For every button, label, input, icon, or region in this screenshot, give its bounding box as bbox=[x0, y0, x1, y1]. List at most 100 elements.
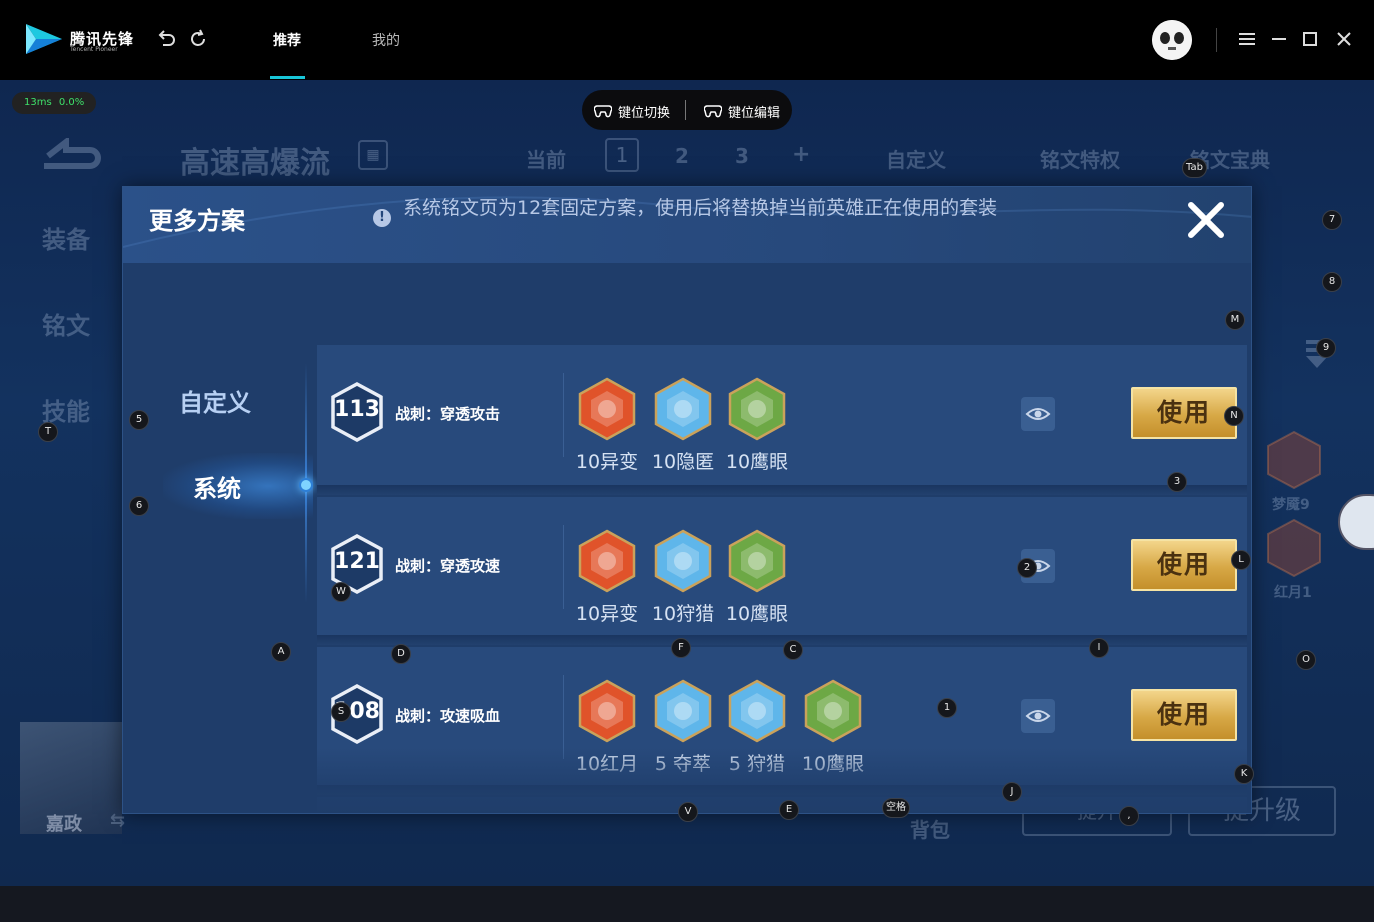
bg-grid-button: ▦ bbox=[358, 140, 388, 170]
modal-sidebar: 自定义 系统 bbox=[123, 263, 313, 813]
key-hint-marker: C bbox=[783, 640, 803, 660]
bg-page-1: 1 bbox=[605, 138, 639, 172]
red-rune-icon bbox=[578, 679, 636, 743]
scheme-name: 战刺：攻速吸血 bbox=[395, 707, 501, 725]
key-hint-marker: Tab bbox=[1182, 158, 1207, 178]
bg-current-label: 当前 bbox=[526, 148, 566, 172]
key-hint-marker: M bbox=[1225, 310, 1245, 330]
right-rune-1-icon bbox=[1267, 430, 1321, 490]
notice-text: 系统铭文页为12套固定方案，使用后将替换掉当前英雄正在使用的套装 bbox=[403, 197, 998, 219]
close-window-icon[interactable] bbox=[1333, 28, 1355, 50]
key-hint-marker: S bbox=[331, 702, 351, 722]
key-hint-marker: T bbox=[38, 422, 58, 442]
preview-button[interactable] bbox=[1021, 699, 1055, 733]
menu-icon[interactable] bbox=[1236, 28, 1258, 50]
gamepad-edit-icon bbox=[704, 105, 722, 118]
red-rune-icon bbox=[578, 529, 636, 593]
key-hint-marker: 6 bbox=[129, 496, 149, 516]
key-edit-button[interactable]: 键位编辑 bbox=[728, 102, 780, 121]
green-rune-icon bbox=[804, 679, 862, 743]
topbar-divider bbox=[1216, 28, 1217, 52]
close-icon[interactable] bbox=[1183, 197, 1229, 243]
bg-backpack: 背包 bbox=[910, 818, 950, 842]
active-dot bbox=[299, 478, 313, 492]
key-hint-marker: 2 bbox=[1017, 558, 1037, 578]
sidebar-item-system[interactable]: 系统 bbox=[193, 469, 241, 504]
key-hint-marker: 9 bbox=[1316, 338, 1336, 358]
avatar-face-icon bbox=[1152, 20, 1192, 60]
key-hint-marker: 8 bbox=[1322, 272, 1342, 292]
bg-page-title: 高速高爆流 bbox=[180, 146, 330, 181]
red-rune-icon bbox=[578, 377, 636, 441]
latency-text: 13ms bbox=[24, 97, 52, 108]
rune-label: 10鹰眼 bbox=[725, 603, 789, 625]
tab-recommend[interactable]: 推荐 bbox=[273, 30, 301, 50]
blue-rune-icon bbox=[728, 679, 786, 743]
scheme-list: 113 战刺：穿透攻击 10异变 10隐匿 10鹰眼 使用 121 战刺：穿透攻速 … bbox=[317, 345, 1247, 813]
scheme-row: 113 战刺：穿透攻击 10异变 10隐匿 10鹰眼 使用 bbox=[317, 345, 1247, 485]
minimize-icon[interactable] bbox=[1268, 28, 1290, 50]
undo-icon[interactable] bbox=[155, 28, 177, 50]
keybar-separator bbox=[685, 100, 686, 120]
tab-mine[interactable]: 我的 bbox=[372, 30, 400, 50]
bg-page-3: 3 bbox=[735, 144, 749, 168]
key-hint-marker: J bbox=[1002, 782, 1022, 802]
bg-rune-privilege: 铭文特权 bbox=[1040, 148, 1120, 172]
bg-custom-label: 自定义 bbox=[886, 148, 946, 172]
launcher-topbar: 腾讯先锋 Tencent Pioneer 推荐 我的 bbox=[0, 0, 1374, 80]
eye-icon bbox=[1025, 710, 1051, 722]
scheme-name: 战刺：穿透攻速 bbox=[395, 557, 501, 575]
use-scheme-button[interactable]: 使用 bbox=[1131, 539, 1237, 591]
eye-icon bbox=[1025, 408, 1051, 420]
bg-hero-name: 嘉政 bbox=[46, 814, 82, 835]
key-hint-marker: L bbox=[1231, 550, 1251, 570]
key-hint-marker: K bbox=[1234, 764, 1254, 784]
bg-add-page: + bbox=[792, 142, 811, 167]
key-hint-marker: E bbox=[779, 800, 799, 820]
key-hint-marker: A bbox=[271, 642, 291, 662]
right-rune-2-icon bbox=[1267, 518, 1321, 578]
preview-button[interactable] bbox=[1021, 397, 1055, 431]
use-scheme-button[interactable]: 使用 bbox=[1131, 387, 1237, 439]
rune-level: 113 bbox=[334, 397, 380, 422]
key-hint-marker: 5 bbox=[129, 410, 149, 430]
back-arrow-icon bbox=[44, 138, 101, 169]
refresh-icon[interactable] bbox=[187, 28, 209, 50]
key-hint-marker: 空格 bbox=[882, 798, 910, 818]
active-tab-indicator bbox=[270, 76, 305, 79]
row-divider bbox=[563, 373, 564, 457]
side-handle[interactable] bbox=[1338, 494, 1374, 550]
key-hint-marker: 7 bbox=[1322, 210, 1342, 230]
use-scheme-button[interactable]: 使用 bbox=[1131, 689, 1237, 741]
info-icon: ! bbox=[373, 209, 391, 227]
row-separator bbox=[317, 485, 1247, 495]
sidebar-item-custom[interactable]: 自定义 bbox=[179, 383, 251, 418]
gamepad-icon bbox=[594, 105, 612, 118]
blue-rune-icon bbox=[654, 377, 712, 441]
bg-tab-rune: 铭文 bbox=[42, 312, 90, 340]
game-viewport: 13ms 0.0% 高速高爆流 ▦ 当前 1 2 3 + 自定义 铭文特权 铭文… bbox=[0, 80, 1374, 886]
key-hint-marker: N bbox=[1224, 406, 1244, 426]
maximize-icon[interactable] bbox=[1299, 28, 1321, 50]
key-hint-marker: I bbox=[1089, 638, 1109, 658]
rune-label: 10鹰眼 bbox=[725, 451, 789, 473]
green-rune-icon bbox=[728, 377, 786, 441]
modal-header: 更多方案 ! 系统铭文页为12套固定方案，使用后将替换掉当前英雄正在使用的套装 bbox=[123, 187, 1251, 263]
bottom-strip bbox=[0, 886, 1374, 922]
user-avatar[interactable] bbox=[1152, 20, 1192, 60]
tencent-pioneer-logo-icon bbox=[26, 24, 62, 54]
rune-level: 121 bbox=[334, 549, 380, 574]
key-hint-marker: W bbox=[331, 582, 351, 602]
key-switch-button[interactable]: 键位切换 bbox=[618, 102, 670, 121]
key-hint-marker: D bbox=[391, 644, 411, 664]
key-hint-marker: , bbox=[1119, 806, 1139, 826]
scheme-name: 战刺：穿透攻击 bbox=[395, 405, 501, 423]
key-hint-marker: V bbox=[678, 802, 698, 822]
row-divider bbox=[563, 525, 564, 609]
blue-rune-icon bbox=[654, 529, 712, 593]
key-hint-marker: 1 bbox=[937, 698, 957, 718]
blue-rune-icon bbox=[654, 679, 712, 743]
more-schemes-modal: 更多方案 ! 系统铭文页为12套固定方案，使用后将替换掉当前英雄正在使用的套装 … bbox=[122, 186, 1252, 814]
right-rune-1-label: 梦魇9 bbox=[1272, 497, 1310, 513]
key-hint-marker: F bbox=[671, 638, 691, 658]
